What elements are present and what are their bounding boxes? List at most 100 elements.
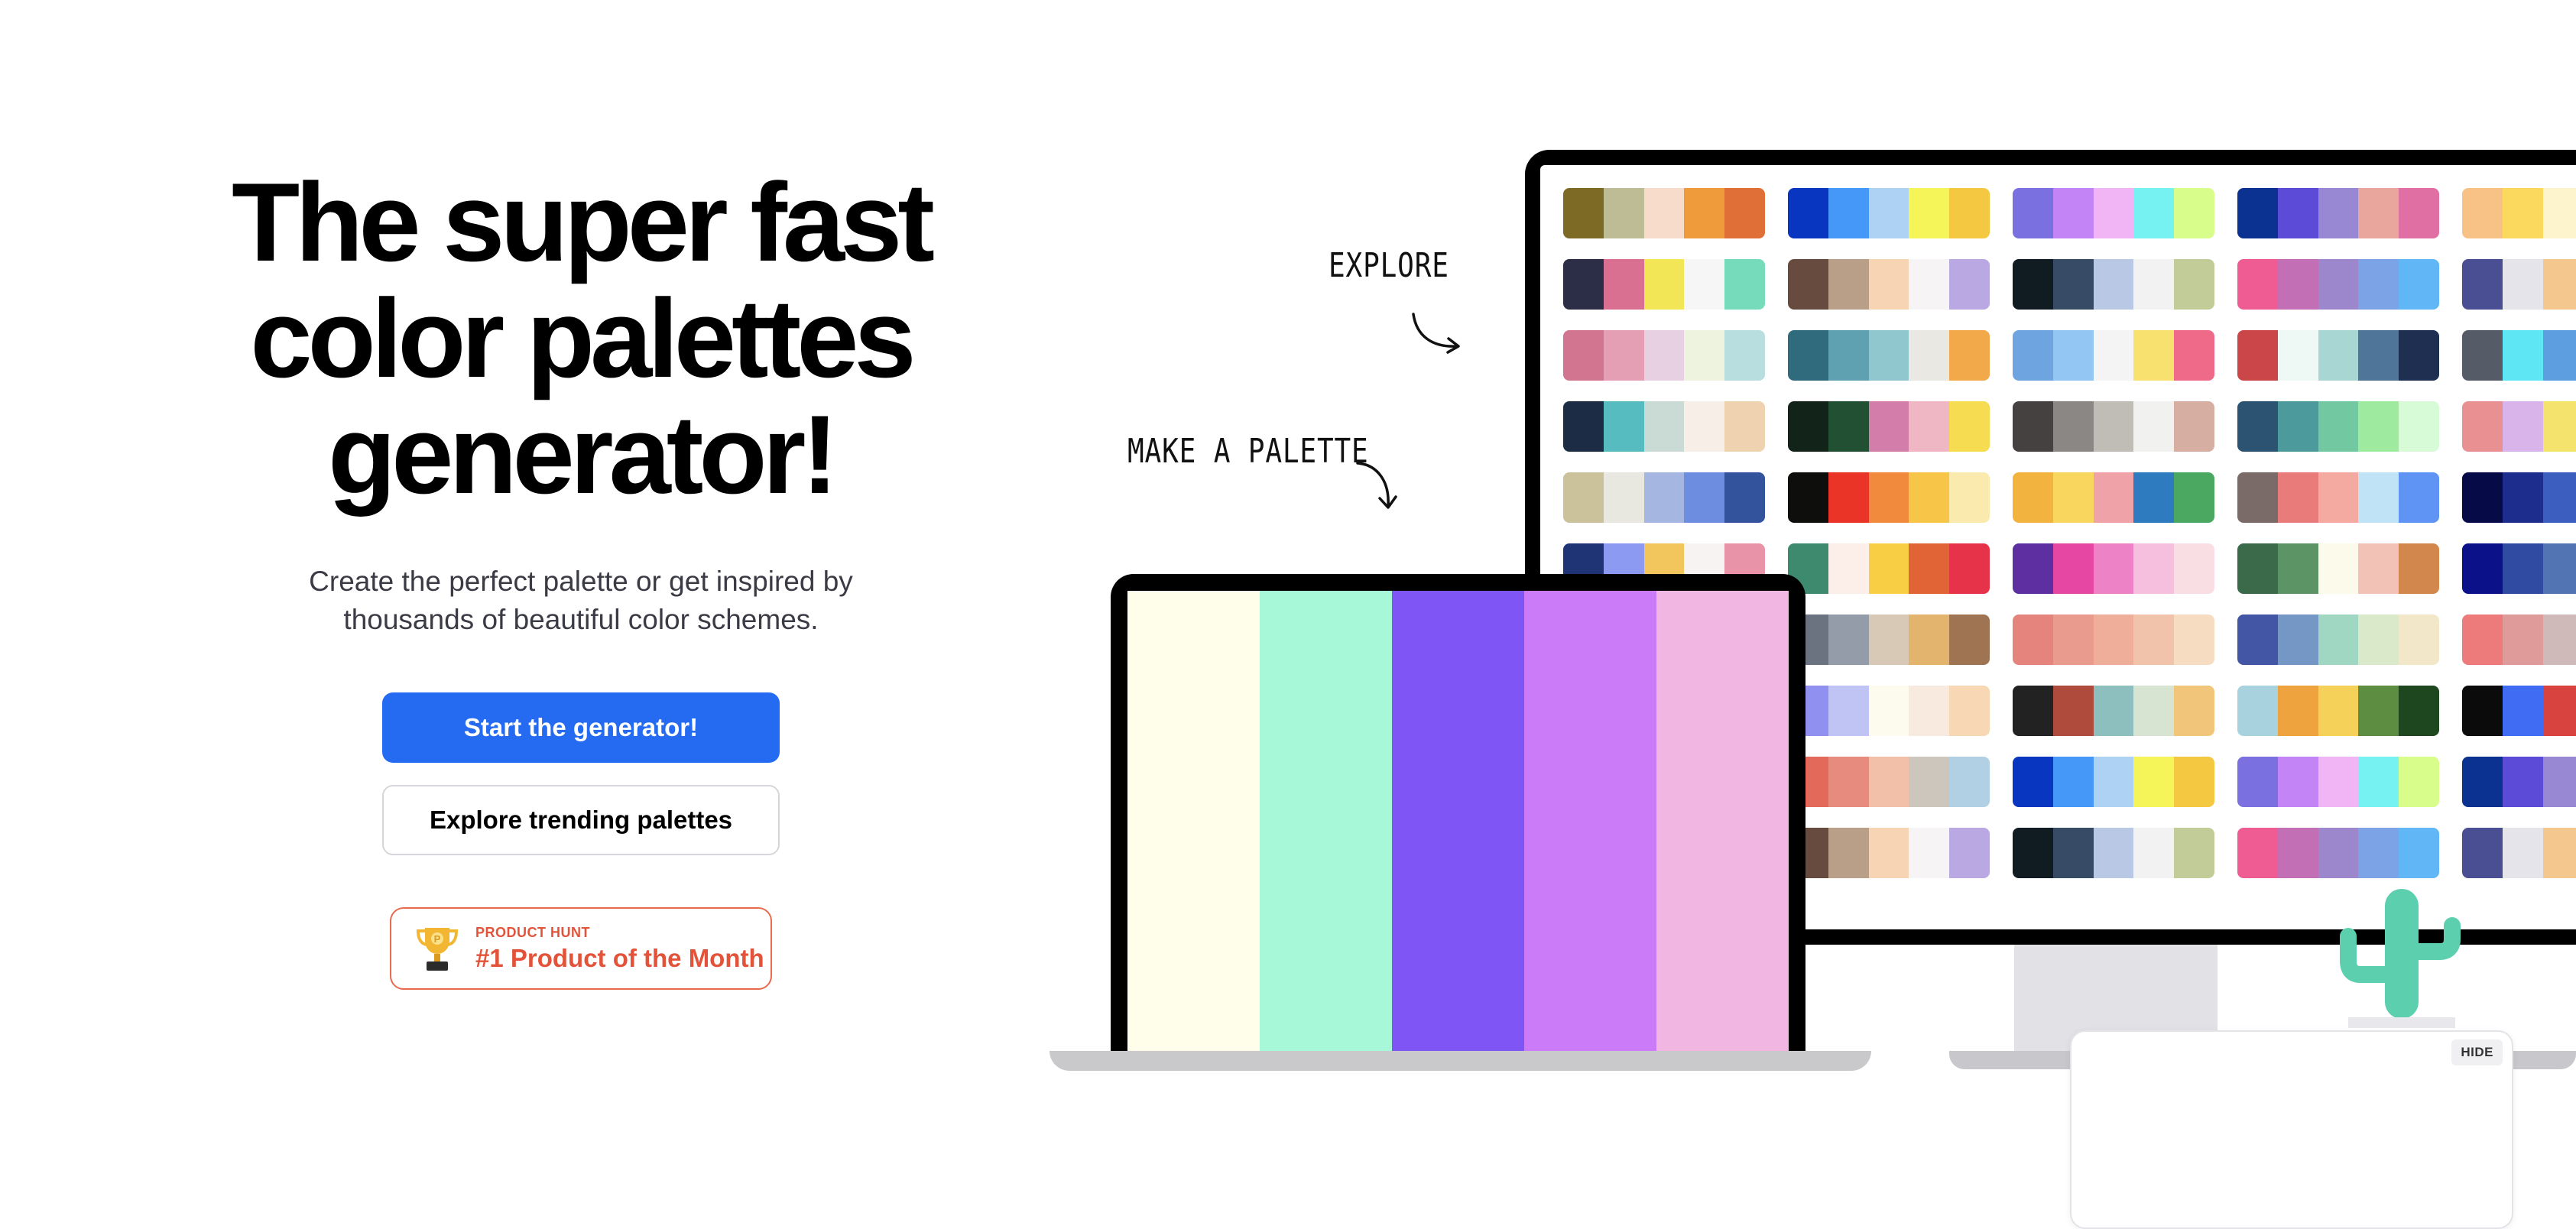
- product-hunt-badge[interactable]: P PRODUCT HUNT #1 Product of the Month: [390, 907, 772, 990]
- palette-card[interactable]: [2462, 757, 2576, 807]
- palette-swatch: [2399, 686, 2439, 736]
- palette-swatch: [1828, 259, 1869, 310]
- palette-card[interactable]: [2462, 686, 2576, 736]
- explore-trending-button[interactable]: Explore trending palettes: [382, 785, 780, 855]
- palette-card[interactable]: [2462, 472, 2576, 523]
- palette-card[interactable]: [1563, 259, 1765, 310]
- palette-swatch: [2013, 188, 2053, 238]
- palette-card[interactable]: [2013, 757, 2214, 807]
- palette-swatch: [2358, 330, 2399, 381]
- palette-swatch: [1643, 330, 1685, 381]
- palette-card[interactable]: [2013, 330, 2214, 381]
- palette-card[interactable]: [2237, 686, 2439, 736]
- palette-swatch: [2133, 259, 2175, 310]
- palette-card[interactable]: [1563, 188, 1765, 238]
- palette-swatch: [2174, 757, 2214, 807]
- palette-card[interactable]: [2462, 330, 2576, 381]
- palette-card[interactable]: [2237, 828, 2439, 878]
- palette-swatch: [1603, 188, 1644, 238]
- palette-swatch: [2052, 614, 2094, 665]
- palette-card[interactable]: [2013, 828, 2214, 878]
- palette-card[interactable]: [2237, 259, 2439, 310]
- palette-card[interactable]: [2462, 614, 2576, 665]
- palette-swatch: [2462, 259, 2503, 310]
- palette-card[interactable]: [2237, 330, 2439, 381]
- palette-card[interactable]: [1788, 330, 1990, 381]
- palette-card[interactable]: [1788, 401, 1990, 452]
- palette-swatch: [2542, 472, 2576, 523]
- palette-card[interactable]: [2013, 188, 2214, 238]
- palette-swatch: [1868, 472, 1909, 523]
- palette-card[interactable]: [1788, 828, 1990, 878]
- palette-swatch: [2542, 828, 2576, 878]
- palette-swatch: [1788, 472, 1828, 523]
- palette-swatch: [2093, 828, 2134, 878]
- palette-card[interactable]: [1788, 686, 1990, 736]
- badge-title: #1 Product of the Month: [475, 943, 764, 972]
- palette-swatch: [1724, 188, 1765, 238]
- palette-swatch: [1909, 686, 1950, 736]
- palette-swatch: [2318, 757, 2359, 807]
- palette-card[interactable]: [1788, 472, 1990, 523]
- palette-swatch: [2399, 259, 2439, 310]
- palette-card[interactable]: [1563, 401, 1765, 452]
- palette-card[interactable]: [1788, 259, 1990, 310]
- palette-card[interactable]: [2013, 614, 2214, 665]
- hide-button[interactable]: HIDE: [2451, 1039, 2503, 1065]
- palette-card[interactable]: [2462, 543, 2576, 594]
- palette-swatch: [2502, 614, 2543, 665]
- palette-swatch: [2093, 401, 2134, 452]
- explore-annotation: EXPLORE: [1329, 246, 1449, 285]
- palette-card[interactable]: [2237, 188, 2439, 238]
- palette-card[interactable]: [1563, 330, 1765, 381]
- palette-card[interactable]: [2462, 828, 2576, 878]
- palette-card[interactable]: [2237, 401, 2439, 452]
- palette-card[interactable]: [2237, 614, 2439, 665]
- palette-card[interactable]: [1563, 472, 1765, 523]
- palette-card[interactable]: [2237, 543, 2439, 594]
- palette-swatch: [2318, 330, 2359, 381]
- palette-swatch: [2399, 614, 2439, 665]
- palette-swatch: [1868, 259, 1909, 310]
- palette-card[interactable]: [2237, 757, 2439, 807]
- svg-text:P: P: [434, 933, 441, 945]
- palette-card[interactable]: [2013, 472, 2214, 523]
- palette-card[interactable]: [1788, 614, 1990, 665]
- palette-swatch: [2277, 686, 2318, 736]
- palette-swatch: [2174, 828, 2214, 878]
- palette-swatch: [1724, 472, 1765, 523]
- palette-card[interactable]: [1788, 543, 1990, 594]
- palette-swatch: [2462, 472, 2503, 523]
- palette-swatch: [2399, 401, 2439, 452]
- start-generator-button[interactable]: Start the generator!: [382, 692, 780, 763]
- palette-swatch: [1909, 188, 1950, 238]
- palette-swatch: [1909, 757, 1950, 807]
- make-palette-annotation: MAKE A PALETTE: [1127, 432, 1369, 471]
- palette-swatch: [2174, 472, 2214, 523]
- palette-card[interactable]: [1788, 757, 1990, 807]
- palette-swatch: [2277, 614, 2318, 665]
- hero-subtitle: Create the perfect palette or get inspir…: [275, 563, 887, 639]
- palette-card[interactable]: [2462, 259, 2576, 310]
- palette-card[interactable]: [2462, 401, 2576, 452]
- palette-swatch: [2358, 757, 2399, 807]
- palette-card[interactable]: [2237, 472, 2439, 523]
- palette-swatch: [2237, 401, 2278, 452]
- palette-swatch: [2358, 543, 2399, 594]
- palette-swatch: [2174, 330, 2214, 381]
- palette-swatch: [2237, 188, 2278, 238]
- palette-card[interactable]: [2462, 188, 2576, 238]
- palette-swatch: [2462, 188, 2503, 238]
- palette-card[interactable]: [2013, 543, 2214, 594]
- palette-swatch: [2237, 259, 2278, 310]
- palette-card[interactable]: [2013, 686, 2214, 736]
- palette-card[interactable]: [2013, 401, 2214, 452]
- hero-title-line: The super fast: [232, 160, 935, 284]
- palette-swatch: [1656, 591, 1789, 1051]
- palette-swatch: [2133, 472, 2175, 523]
- palette-swatch: [2052, 401, 2094, 452]
- palette-card[interactable]: [2013, 259, 2214, 310]
- palette-swatch: [2462, 686, 2503, 736]
- palette-swatch: [1724, 330, 1765, 381]
- palette-card[interactable]: [1788, 188, 1990, 238]
